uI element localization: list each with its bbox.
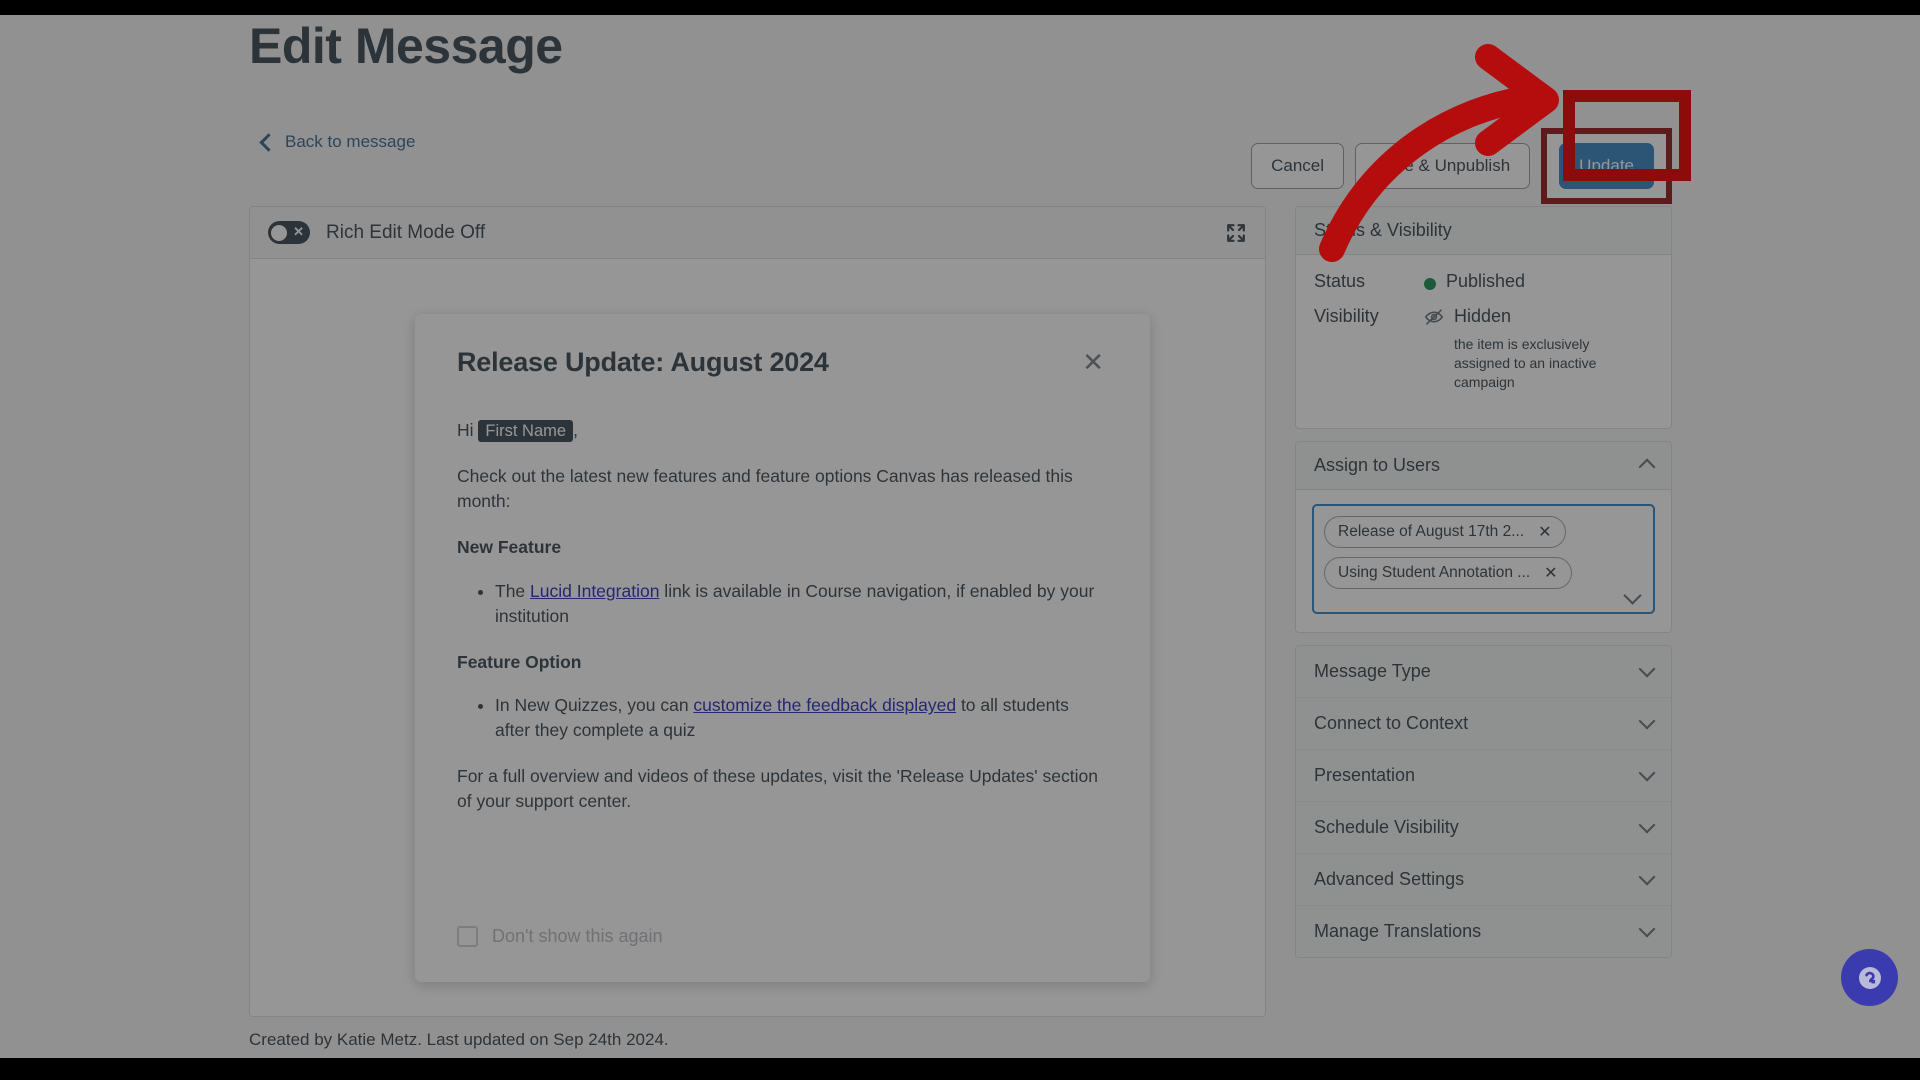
status-visibility-heading: Status & Visibility (1296, 207, 1671, 255)
visibility-value-line: Hidden (1424, 306, 1619, 331)
visibility-value-group: Hidden the item is exclusively assigned … (1424, 306, 1619, 392)
toggle-knob (271, 224, 287, 241)
token-list: Release of August 17th 2... ✕ Using Stud… (1324, 516, 1643, 598)
accordion-item-manage-translations[interactable]: Manage Translations (1296, 906, 1671, 958)
greeting-paragraph: Hi First Name, (457, 418, 1108, 443)
accordion-label: Message Type (1314, 661, 1431, 682)
chevron-down-icon (1638, 660, 1656, 678)
accordion-label: Presentation (1314, 765, 1416, 786)
visibility-note: the item is exclusively assigned to an i… (1454, 336, 1597, 391)
save-and-unpublish-button[interactable]: Save & Unpublish (1355, 143, 1531, 189)
eye-off-icon (1424, 308, 1444, 331)
created-by-text: Created by Katie Metz. Last updated on S… (249, 1030, 669, 1049)
accordion-item-connect-to-context[interactable]: Connect to Context (1296, 698, 1671, 751)
greeting-suffix: , (573, 420, 578, 440)
update-button-highlight: Update (1541, 128, 1672, 204)
assign-to-users-heading[interactable]: Assign to Users (1296, 442, 1671, 491)
section-heading-feature-option: Feature Option (457, 651, 582, 672)
help-chat-icon (1858, 966, 1881, 989)
update-button[interactable]: Update (1559, 143, 1654, 189)
page-title: Edit Message (249, 18, 563, 74)
lucid-integration-link[interactable]: Lucid Integration (530, 581, 659, 601)
accordion-item-advanced-settings[interactable]: Advanced Settings (1296, 854, 1671, 907)
bullet1-before: The (495, 580, 531, 601)
settings-sidebar: Status & Visibility Status Published Vis… (1295, 206, 1672, 959)
rich-edit-mode-toggle[interactable]: ✕ (268, 221, 310, 244)
status-row: Status Published (1314, 271, 1653, 292)
preview-dialog-body: Hi First Name, Check out the latest new … (457, 418, 1108, 814)
closing-paragraph: For a full overview and videos of these … (457, 766, 1098, 812)
chevron-down-icon (1638, 868, 1656, 886)
action-button-group: Cancel Save & Unpublish Update (1251, 128, 1672, 204)
editor-body: Release Update: August 2024 ✕ Hi First N… (250, 259, 1265, 1016)
close-icon[interactable]: ✕ (1538, 522, 1551, 542)
status-visibility-card: Status & Visibility Status Published Vis… (1295, 206, 1672, 430)
close-icon[interactable]: ✕ (1544, 563, 1557, 583)
message-editor-panel: ✕ Rich Edit Mode Off Release Update: Aug… (249, 206, 1266, 1017)
intro-paragraph: Check out the latest new features and fe… (457, 466, 1073, 512)
message-preview-dialog: Release Update: August 2024 ✕ Hi First N… (415, 314, 1150, 982)
dont-show-again-label: Don't show this again (492, 926, 663, 946)
chevron-down-icon (1638, 764, 1656, 782)
chevron-left-icon (259, 133, 278, 152)
assign-to-users-body: Release of August 17th 2... ✕ Using Stud… (1296, 490, 1671, 632)
assign-to-users-card: Assign to Users Release of August 17th 2… (1295, 441, 1672, 634)
chevron-down-icon (1638, 712, 1656, 730)
section-heading-new-feature: New Feature (457, 537, 562, 558)
token-item[interactable]: Release of August 17th 2... ✕ (1324, 516, 1566, 549)
accordion-item-presentation[interactable]: Presentation (1296, 750, 1671, 803)
assign-to-users-heading-label: Assign to Users (1314, 455, 1441, 476)
chevron-up-icon (1638, 458, 1656, 476)
greeting-prefix: Hi (457, 420, 479, 440)
settings-accordion: Message Type Connect to Context Presenta… (1295, 645, 1672, 959)
token-label: Using Student Annotation ... (1338, 564, 1531, 582)
fullscreen-icon[interactable] (1225, 222, 1247, 244)
status-visibility-body: Status Published Visibility Hidden the i… (1296, 255, 1671, 428)
visibility-label: Visibility (1314, 306, 1379, 326)
preview-dialog-header: Release Update: August 2024 ✕ (457, 347, 1108, 378)
accordion-label: Schedule Visibility (1314, 817, 1459, 838)
customize-feedback-link[interactable]: customize the feedback displayed (693, 695, 956, 715)
accordion-label: Connect to Context (1314, 713, 1469, 734)
back-link-label: Back to message (285, 132, 416, 151)
status-visibility-heading-label: Status & Visibility (1314, 220, 1452, 240)
toggle-off-x-icon: ✕ (293, 224, 304, 239)
preview-dialog-title: Release Update: August 2024 (457, 347, 829, 377)
back-to-message-link[interactable]: Back to message (259, 132, 416, 152)
assign-users-token-field[interactable]: Release of August 17th 2... ✕ Using Stud… (1312, 504, 1655, 615)
accordion-label: Manage Translations (1314, 921, 1482, 942)
close-icon[interactable]: ✕ (1078, 347, 1108, 377)
visibility-row: Visibility Hidden the item is exclusivel… (1314, 306, 1653, 392)
status-value-group: Published (1424, 271, 1525, 292)
status-dot-icon (1424, 278, 1436, 290)
visibility-value: Hidden (1454, 306, 1512, 326)
rich-edit-mode-label: Rich Edit Mode Off (326, 221, 486, 243)
new-feature-list: The Lucid Integration link is available … (495, 579, 1108, 629)
browser-page: Edit Message Back to message Cancel Save… (0, 15, 1920, 1058)
status-value: Published (1446, 271, 1526, 291)
list-item: In New Quizzes, you can customize the fe… (495, 693, 1108, 743)
status-label: Status (1314, 271, 1366, 291)
merge-token-first-name: First Name (478, 420, 574, 442)
accordion-item-message-type[interactable]: Message Type (1296, 646, 1671, 699)
token-item[interactable]: Using Student Annotation ... ✕ (1324, 557, 1572, 590)
chevron-down-icon (1638, 920, 1656, 938)
cancel-button[interactable]: Cancel (1251, 143, 1345, 189)
list-item: The Lucid Integration link is available … (495, 579, 1108, 629)
chevron-down-icon (1638, 816, 1656, 834)
accordion-label: Advanced Settings (1314, 869, 1465, 890)
editor-toolbar: ✕ Rich Edit Mode Off (250, 207, 1265, 259)
screenshot-viewport: Edit Message Back to message Cancel Save… (0, 0, 1920, 1080)
checkbox-box (457, 926, 478, 947)
bullet2-before: In New Quizzes, you can (495, 695, 694, 716)
token-label: Release of August 17th 2... (1338, 523, 1525, 541)
accordion-item-schedule-visibility[interactable]: Schedule Visibility (1296, 802, 1671, 855)
help-chat-button[interactable] (1841, 949, 1898, 1006)
dont-show-again-checkbox[interactable]: Don't show this again (457, 926, 663, 947)
feature-option-list: In New Quizzes, you can customize the fe… (495, 693, 1108, 743)
